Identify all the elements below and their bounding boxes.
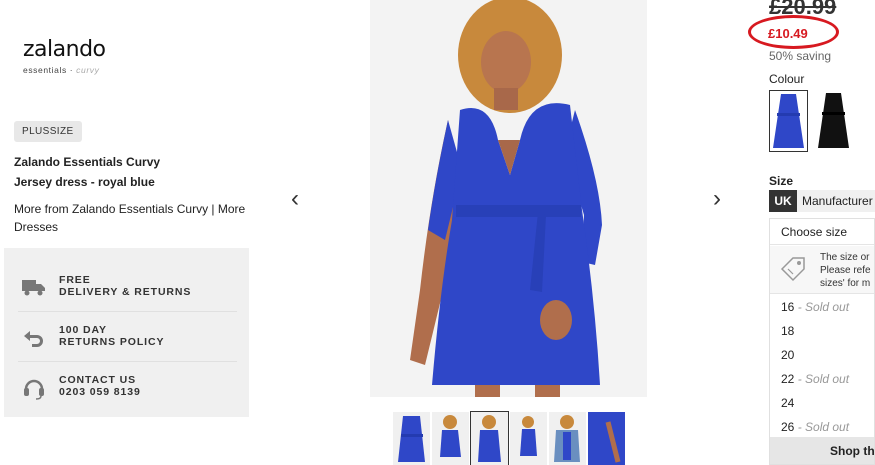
size-info-line1: The size or bbox=[820, 252, 870, 263]
more-dresses-link-category: Dresses bbox=[14, 220, 59, 234]
service-info-box: FREE DELIVERY & RETURNS 100 DAY RETURNS … bbox=[4, 248, 249, 417]
free-delivery-row[interactable]: FREE DELIVERY & RETURNS bbox=[18, 262, 237, 312]
swatch-black-dress bbox=[818, 93, 849, 148]
sold-out-label: - Sold out bbox=[797, 300, 850, 314]
size-info-text: The size or Please refe sizes' for m bbox=[820, 251, 874, 290]
size-dropdown: Choose size The size or Please refe size… bbox=[769, 218, 875, 465]
truck-icon bbox=[22, 276, 46, 298]
product-title: Zalando Essentials Curvy Jersey dress - … bbox=[14, 152, 249, 192]
size-option-20[interactable]: 20 bbox=[770, 343, 874, 367]
gallery-prev-arrow[interactable]: ‹ bbox=[291, 185, 299, 213]
size-label: Size bbox=[769, 174, 794, 188]
size-tab-manufacturer[interactable]: Manufacturer bbox=[797, 190, 875, 212]
returns-policy-line2: RETURNS POLICY bbox=[59, 336, 165, 348]
contact-us-line1: CONTACT US bbox=[59, 374, 137, 386]
thumbnail-model-back bbox=[440, 415, 461, 457]
sold-out-label: - Sold out bbox=[797, 420, 850, 434]
thumbnail-model-jacket bbox=[554, 415, 580, 462]
thumbnail-4[interactable] bbox=[510, 412, 547, 465]
choose-size-header[interactable]: Choose size bbox=[770, 219, 874, 245]
logo-wordmark: zalando bbox=[23, 37, 106, 62]
thumbnail-dress-front bbox=[398, 416, 425, 462]
sale-price: £10.49 bbox=[768, 26, 808, 41]
thumbnail-model-front bbox=[478, 415, 501, 462]
product-links: More from Zalando Essentials Curvy | Mor… bbox=[14, 200, 254, 236]
size-option-value: 22 bbox=[781, 372, 795, 386]
headset-icon bbox=[22, 376, 46, 400]
size-option-16[interactable]: 16 - Sold out bbox=[770, 295, 874, 319]
swatch-blue-dress bbox=[773, 94, 804, 148]
contact-us-row[interactable]: CONTACT US 0203 059 8139 bbox=[18, 362, 237, 412]
thumbnail-6[interactable] bbox=[588, 412, 625, 465]
size-option-22[interactable]: 22 - Sold out bbox=[770, 367, 874, 391]
thumbnail-1[interactable] bbox=[393, 412, 430, 465]
free-delivery-line2: DELIVERY & RETURNS bbox=[59, 286, 192, 298]
thumbnail-2[interactable] bbox=[432, 412, 469, 465]
colour-swatch-black[interactable] bbox=[814, 90, 853, 152]
logo-subline: essentials · curvy bbox=[23, 65, 106, 75]
return-arrow-icon bbox=[22, 326, 46, 348]
size-option-value: 26 bbox=[781, 420, 795, 434]
product-main-image[interactable] bbox=[370, 0, 647, 397]
colour-swatch-royal-blue[interactable] bbox=[769, 90, 808, 152]
size-info-notice: The size or Please refe sizes' for m bbox=[770, 246, 874, 294]
saving-text: 50% saving bbox=[769, 49, 832, 63]
size-option-value: 16 bbox=[781, 300, 795, 314]
more-dresses-link-more: More bbox=[217, 202, 246, 216]
contact-us-text: CONTACT US 0203 059 8139 bbox=[59, 374, 141, 398]
more-from-brand-link[interactable]: More from Zalando Essentials Curvy bbox=[14, 202, 208, 216]
shop-the-look-button[interactable]: Shop the bbox=[770, 437, 874, 464]
plussize-tag[interactable]: PLUSSIZE bbox=[14, 121, 82, 142]
size-option-value: 20 bbox=[781, 348, 795, 362]
size-info-line2: Please refe bbox=[820, 265, 871, 276]
colour-label: Colour bbox=[769, 72, 805, 86]
link-separator: | bbox=[208, 202, 218, 216]
size-option-26[interactable]: 26 - Sold out bbox=[770, 415, 874, 439]
gallery-next-arrow[interactable]: › bbox=[713, 185, 721, 213]
thumbnail-3[interactable] bbox=[470, 411, 509, 465]
thumbnail-5[interactable] bbox=[549, 412, 586, 465]
returns-policy-row[interactable]: 100 DAY RETURNS POLICY bbox=[18, 312, 237, 362]
returns-policy-text: 100 DAY RETURNS POLICY bbox=[59, 324, 164, 348]
zalando-logo[interactable]: zalando essentials · curvy bbox=[23, 37, 106, 76]
size-option-24[interactable]: 24 bbox=[770, 391, 874, 415]
price-tag-icon bbox=[778, 254, 808, 284]
free-delivery-text: FREE DELIVERY & RETURNS bbox=[59, 274, 191, 298]
logo-sub-accent: curvy bbox=[76, 65, 100, 75]
product-name-line: Jersey dress - royal blue bbox=[14, 175, 155, 189]
thumbnail-sleeve-detail bbox=[588, 412, 625, 465]
returns-policy-line1: 100 DAY bbox=[59, 324, 107, 336]
size-tab-uk[interactable]: UK bbox=[769, 190, 797, 212]
model-illustration bbox=[370, 0, 647, 397]
contact-us-phone: 0203 059 8139 bbox=[59, 386, 141, 398]
product-brand-line: Zalando Essentials Curvy bbox=[14, 155, 161, 169]
logo-sub-main: essentials · bbox=[23, 65, 77, 75]
size-option-value: 24 bbox=[781, 396, 795, 410]
free-delivery-line1: FREE bbox=[59, 274, 91, 286]
thumbnail-model-side bbox=[520, 416, 537, 456]
size-option-value: 18 bbox=[781, 324, 795, 338]
size-option-18[interactable]: 18 bbox=[770, 319, 874, 343]
size-info-line3: sizes' for m bbox=[820, 278, 871, 289]
sold-out-label: - Sold out bbox=[797, 372, 850, 386]
